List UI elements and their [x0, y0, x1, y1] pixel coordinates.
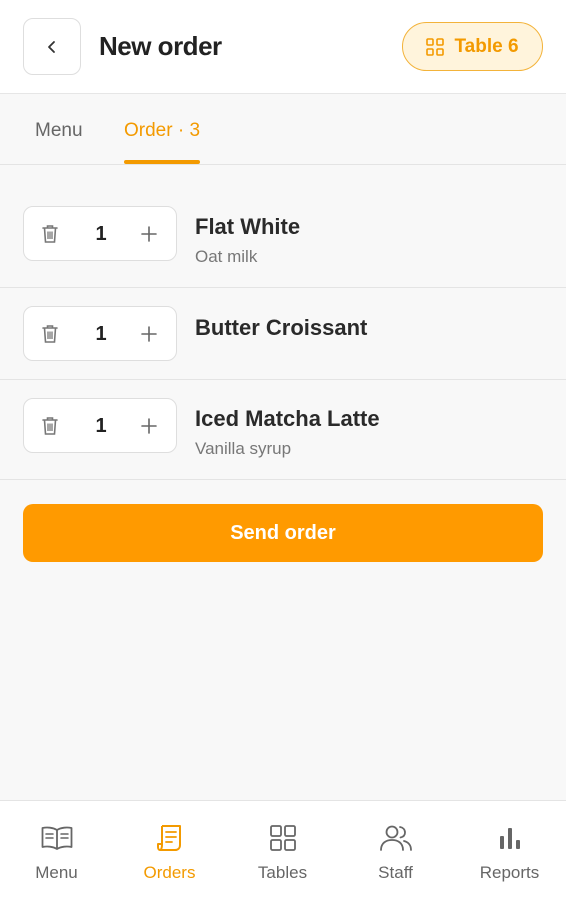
quantity-value: 1: [95, 223, 107, 245]
trash-icon[interactable]: [40, 415, 60, 437]
table-badge-label: Table 6: [454, 35, 519, 57]
item-name: Butter Croissant: [195, 315, 368, 340]
item-name: Flat White: [195, 214, 301, 239]
users-icon: [379, 825, 412, 851]
nav-item-tables[interactable]: Tables: [226, 801, 339, 900]
plus-icon[interactable]: [140, 225, 158, 243]
order-list: 1 Flat White Oat milk 1 Butter Croissant…: [0, 165, 566, 480]
tab-bar: Menu Order · 3: [0, 94, 566, 165]
nav-label: Tables: [257, 863, 308, 882]
quantity-stepper: 1: [23, 398, 177, 453]
book-icon: [41, 826, 72, 850]
nav-item-staff[interactable]: Staff: [339, 801, 452, 900]
table-badge[interactable]: Table 6: [402, 22, 543, 71]
item-modifier: Vanilla syrup: [195, 439, 292, 458]
header: New order Table 6: [0, 0, 566, 94]
page-title: New order: [99, 31, 222, 61]
trash-icon[interactable]: [40, 223, 60, 245]
trash-icon[interactable]: [40, 323, 60, 345]
order-item: 1 Butter Croissant: [0, 288, 566, 380]
bar-chart-icon: [499, 828, 520, 849]
nav-label: Reports: [479, 863, 540, 882]
nav-label: Orders: [143, 863, 196, 882]
item-name: Iced Matcha Latte: [195, 406, 380, 431]
quantity-value: 1: [95, 323, 107, 345]
chevron-left-icon: [48, 40, 55, 53]
order-item: 1 Flat White Oat milk: [0, 165, 566, 288]
nav-item-orders[interactable]: Orders: [113, 801, 226, 900]
order-item: 1 Iced Matcha Latte Vanilla syrup: [0, 380, 566, 480]
tab-menu[interactable]: Menu: [35, 120, 83, 160]
back-button[interactable]: [23, 18, 81, 75]
grid-icon: [269, 825, 296, 851]
plus-icon[interactable]: [140, 325, 158, 343]
nav-item-reports[interactable]: Reports: [453, 801, 566, 900]
quantity-stepper: 1: [23, 206, 177, 261]
nav-item-menu[interactable]: Menu: [0, 801, 113, 900]
item-modifier: Oat milk: [195, 247, 258, 266]
nav-label: Menu: [35, 863, 78, 882]
tab-order[interactable]: Order · 3: [124, 120, 201, 164]
quantity-value: 1: [95, 415, 107, 437]
grid-icon: [426, 37, 445, 56]
send-order-button[interactable]: Send order: [23, 504, 543, 562]
receipt-icon: [156, 825, 181, 851]
nav-label: Staff: [378, 863, 413, 882]
quantity-stepper: 1: [23, 306, 177, 361]
bottom-nav: Menu Orders Tables Staff Reports: [0, 800, 566, 900]
app: New order Table 6 Menu Order · 3 1 Flat …: [0, 0, 566, 900]
plus-icon[interactable]: [140, 417, 158, 435]
